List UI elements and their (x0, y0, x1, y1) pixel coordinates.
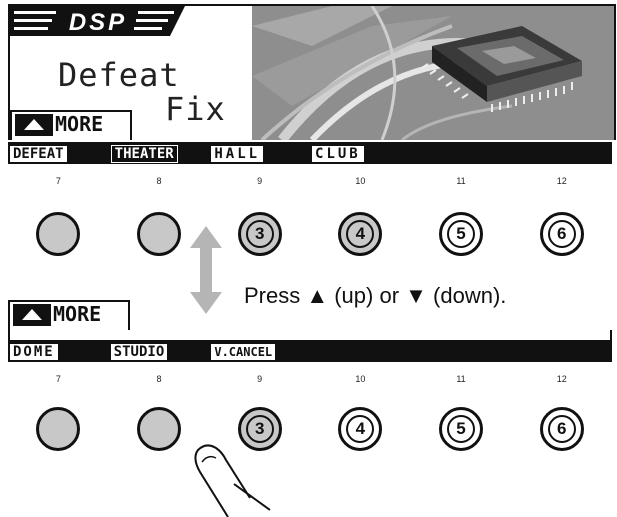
function-key-bar-bottom: DOME STUDIO V.CANCEL (8, 340, 612, 362)
preset-button-1[interactable] (36, 407, 81, 451)
key-number: 8 (156, 176, 162, 186)
key-number: 11 (456, 374, 466, 384)
key-number: 11 (456, 176, 466, 186)
preset-button-6[interactable]: 6 (539, 407, 584, 451)
up-arrow-icon (15, 114, 53, 136)
function-key-bar-top: DEFEAT THEATER HALL CLUB (8, 142, 612, 164)
preset-number: 5 (447, 220, 476, 248)
key-numbers-bottom: 7 8 9 10 11 12 (8, 374, 612, 384)
preset-number: 3 (245, 415, 274, 443)
mode-name-line1: Defeat (58, 56, 180, 94)
fkey-empty-6[interactable] (513, 343, 610, 359)
fkey-empty-5[interactable] (413, 145, 510, 161)
preset-button-3[interactable]: 3 (237, 212, 282, 256)
lcd-display-top: DSP Defeat Fix MORE (8, 4, 616, 140)
preset-number: 3 (245, 220, 274, 248)
key-number: 10 (355, 374, 366, 384)
more-label: MORE (53, 302, 102, 326)
fkey-empty-6[interactable] (513, 145, 610, 161)
fkey-studio[interactable]: STUDIO (110, 343, 208, 360)
fkey-dome[interactable]: DOME (10, 343, 107, 360)
preset-button-4[interactable]: 4 (338, 212, 383, 256)
key-number: 9 (257, 374, 263, 384)
key-number: 12 (556, 176, 567, 186)
key-number: 8 (156, 374, 162, 384)
fkey-vcancel[interactable]: V.CANCEL (211, 343, 308, 360)
preset-number: 4 (346, 220, 375, 248)
fkey-label: STUDIO (110, 344, 168, 360)
key-number: 10 (355, 176, 366, 186)
finger-pointer-icon (194, 444, 271, 517)
lcd-display-bottom (8, 330, 612, 340)
more-label: MORE (55, 112, 104, 136)
dsp-chip-illustration (252, 6, 614, 140)
fkey-club[interactable]: CLUB (312, 145, 409, 162)
preset-button-row-top: 3 4 5 6 (8, 212, 612, 256)
fkey-empty-4[interactable] (312, 343, 409, 359)
up-down-arrow-icon (190, 226, 222, 314)
dsp-badge-text: DSP (69, 9, 127, 36)
key-number: 7 (55, 176, 61, 186)
fkey-label: DEFEAT (10, 146, 67, 162)
fkey-label: V.CANCEL (211, 344, 276, 360)
fkey-theater[interactable]: THEATER (110, 145, 208, 163)
dsp-badge: DSP (10, 6, 185, 36)
fkey-defeat[interactable]: DEFEAT (10, 145, 107, 162)
more-indicator-top: MORE (10, 110, 132, 140)
preset-button-1[interactable] (36, 212, 81, 256)
fkey-hall[interactable]: HALL (211, 145, 308, 162)
preset-button-5[interactable]: 5 (439, 212, 484, 256)
preset-button-5[interactable]: 5 (439, 407, 484, 451)
key-number: 12 (556, 374, 567, 384)
mode-name-line2: Fix (165, 90, 226, 128)
preset-number: 5 (447, 415, 476, 443)
preset-button-2[interactable] (137, 407, 181, 451)
fkey-label: DOME (10, 344, 58, 360)
more-indicator-bottom: MORE (8, 300, 130, 330)
instruction-text: Press ▲ (up) or ▼ (down). (244, 283, 507, 308)
preset-number: 6 (547, 415, 576, 443)
preset-number: 4 (346, 415, 375, 443)
preset-number: 6 (547, 220, 576, 248)
fkey-empty-5[interactable] (413, 343, 510, 359)
fkey-label: HALL (211, 146, 264, 162)
fkey-label: CLUB (312, 146, 364, 162)
key-number: 9 (257, 176, 263, 186)
preset-button-row-bottom: 3 4 5 6 (8, 407, 612, 451)
key-numbers-top: 7 8 9 10 11 12 (8, 176, 612, 186)
preset-button-4[interactable]: 4 (338, 407, 383, 451)
key-number: 7 (55, 374, 61, 384)
preset-button-6[interactable]: 6 (539, 212, 584, 256)
up-arrow-icon (13, 304, 51, 326)
preset-button-2[interactable] (137, 212, 181, 256)
fkey-label: THEATER (110, 145, 178, 163)
